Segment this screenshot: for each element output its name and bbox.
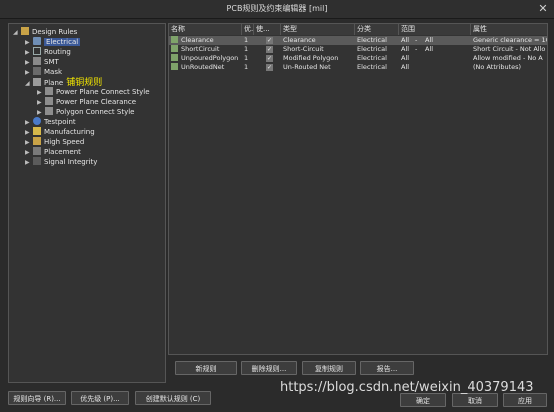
tree-item-design-rules[interactable]: ◢ Design Rules — [13, 27, 77, 37]
column-header-priority[interactable]: 优... — [242, 24, 258, 35]
testpoint-icon — [33, 117, 41, 125]
electrical-icon — [33, 37, 41, 45]
tree-item-manufacturing[interactable]: ▶ Manufacturing — [25, 127, 95, 137]
expand-arrow-icon[interactable]: ▶ — [25, 158, 33, 168]
plane-icon — [33, 78, 41, 86]
enabled-checkbox[interactable]: ✓ — [266, 55, 273, 62]
priority-cell: 1 — [244, 36, 249, 44]
tree-item-electrical[interactable]: ▶ Electrical — [25, 37, 81, 47]
table-row[interactable]: Clearance 1 ✓ Clearance Electrical All -… — [169, 36, 547, 45]
column-header-scope[interactable]: 范围 — [399, 24, 471, 35]
column-header-enabled[interactable]: 使... — [254, 24, 281, 35]
scope-separator: - — [415, 45, 418, 53]
expand-arrow-icon[interactable]: ◢ — [25, 78, 33, 90]
scope-cell: All — [401, 54, 410, 62]
highspeed-icon — [33, 137, 41, 145]
table-row[interactable]: ShortCircuit 1 ✓ Short-Circuit Electrica… — [169, 45, 547, 54]
table-row[interactable]: UnRoutedNet 1 ✓ Un-Routed Net Electrical… — [169, 63, 547, 72]
tree-item-high-speed[interactable]: ▶ High Speed — [25, 137, 84, 147]
category-cell: Electrical — [357, 63, 387, 71]
create-default-rules-button[interactable]: 创建默认规则 (C) — [135, 391, 211, 405]
rule-icon — [45, 97, 53, 105]
rule-icon — [171, 63, 178, 70]
column-header-attributes[interactable]: 属性 — [471, 24, 547, 35]
manufacturing-icon — [33, 127, 41, 135]
tree-item-polygon-connect-style[interactable]: ▶ Polygon Connect Style — [37, 107, 134, 117]
smt-icon — [33, 57, 41, 65]
category-cell: Electrical — [357, 45, 387, 53]
rule-tree-panel: ◢ Design Rules ▶ Electrical ▶ Routing ▶ SMT … — [8, 23, 166, 383]
new-rule-button[interactable]: 新规则 — [175, 361, 237, 375]
priority-cell: 1 — [244, 54, 249, 62]
enabled-checkbox[interactable]: ✓ — [266, 37, 273, 44]
tree-item-smt[interactable]: ▶ SMT — [25, 57, 59, 67]
tree-item-placement[interactable]: ▶ Placement — [25, 147, 81, 157]
rule-wizard-button[interactable]: 规则向导 (R)... — [8, 391, 66, 405]
report-button[interactable]: 报告... — [360, 361, 414, 375]
type-cell: Un-Routed Net — [283, 63, 331, 71]
column-header-name[interactable]: 名称 — [169, 24, 242, 35]
cancel-button[interactable]: 取消 — [452, 393, 498, 407]
folder-icon — [21, 27, 29, 35]
tree-item-routing[interactable]: ▶ Routing — [25, 47, 71, 57]
category-cell: Electrical — [357, 54, 387, 62]
ok-button[interactable]: 确定 — [400, 393, 446, 407]
apply-button[interactable]: 应用 — [503, 393, 547, 407]
attributes-cell: (No Attributes) — [473, 63, 522, 71]
mask-icon — [33, 67, 41, 75]
priority-button[interactable]: 优先级 (P)... — [71, 391, 129, 405]
routing-icon — [33, 47, 41, 55]
signal-icon — [33, 157, 41, 165]
rules-table: 名称 优... 使... 类型 分类 范围 属性 Clearance 1 ✓ C… — [168, 23, 548, 355]
rule-icon — [45, 87, 53, 95]
scope-cell: All — [425, 45, 434, 53]
column-header-category[interactable]: 分类 — [355, 24, 399, 35]
category-cell: Electrical — [357, 36, 387, 44]
rule-icon — [45, 107, 53, 115]
window-title: PCB规则及约束编辑器 [mil] — [226, 4, 328, 13]
attributes-cell: Short Circuit - Not Allo — [473, 45, 546, 53]
type-cell: Short-Circuit — [283, 45, 324, 53]
attributes-cell: Generic clearance = 10 — [473, 36, 547, 44]
type-cell: Modified Polygon — [283, 54, 339, 62]
watermark-text: https://blog.csdn.net/weixin_40379143 — [280, 380, 534, 395]
table-row[interactable]: UnpouredPolygon 1 ✓ Modified Polygon Ele… — [169, 54, 547, 63]
title-bar: PCB规则及约束编辑器 [mil] ✕ — [0, 0, 554, 19]
priority-cell: 1 — [244, 63, 249, 71]
tree-item-mask[interactable]: ▶ Mask — [25, 67, 62, 77]
tree-item-signal-integrity[interactable]: ▶ Signal Integrity — [25, 157, 97, 167]
column-header-type[interactable]: 类型 — [281, 24, 355, 35]
attributes-cell: Allow modified - No A — [473, 54, 543, 62]
copy-rule-button[interactable]: 复制规则 — [302, 361, 356, 375]
tree-item-power-plane-connect-style[interactable]: ▶ Power Plane Connect Style — [37, 87, 150, 97]
scope-separator: - — [415, 36, 418, 44]
rule-icon — [171, 36, 178, 43]
close-icon[interactable]: ✕ — [536, 2, 550, 15]
enabled-checkbox[interactable]: ✓ — [266, 46, 273, 53]
rule-icon — [171, 45, 178, 52]
scope-cell: All — [425, 36, 434, 44]
rule-icon — [171, 54, 178, 61]
tree-item-testpoint[interactable]: ▶ Testpoint — [25, 117, 76, 127]
enabled-checkbox[interactable]: ✓ — [266, 64, 273, 71]
placement-icon — [33, 147, 41, 155]
tree-item-power-plane-clearance[interactable]: ▶ Power Plane Clearance — [37, 97, 136, 107]
scope-cell: All — [401, 63, 410, 71]
delete-rule-button[interactable]: 删除规则... — [241, 361, 297, 375]
expand-arrow-icon[interactable]: ◢ — [13, 28, 21, 38]
priority-cell: 1 — [244, 45, 249, 53]
type-cell: Clearance — [283, 36, 316, 44]
